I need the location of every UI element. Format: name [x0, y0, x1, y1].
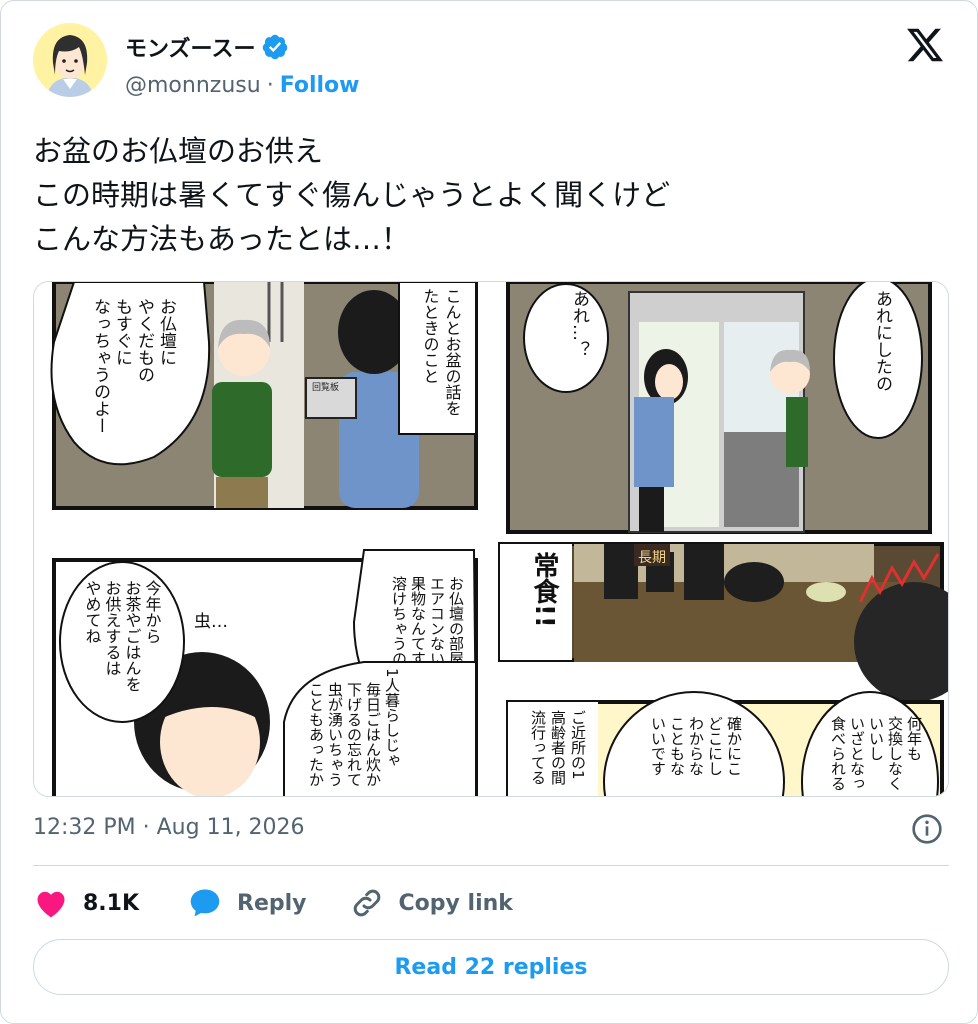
- svg-text:もすぐに: もすぐに: [112, 298, 132, 366]
- svg-text:虫が湧いちゃう: 虫が湧いちゃう: [326, 682, 344, 787]
- svg-text:こんとお盆の話を: こんとお盆の話を: [443, 288, 462, 416]
- panel5-left-caption: ご近所の1 高齢者の間 流行ってる: [529, 710, 587, 786]
- svg-text:1人暮らしじゃ: 1人暮らしじゃ: [383, 668, 401, 768]
- avatar[interactable]: [33, 23, 107, 97]
- svg-text:たときのこと: たときのこと: [421, 288, 440, 384]
- follow-button[interactable]: Follow: [280, 73, 360, 98]
- svg-text:何年も: 何年も: [905, 716, 923, 761]
- panel4-sfx: 虫…: [194, 612, 228, 632]
- reply-button[interactable]: Reply: [187, 885, 307, 921]
- svg-text:やめてね: やめてね: [83, 580, 102, 644]
- like-button[interactable]: 8.1K: [33, 885, 139, 921]
- copy-link-button[interactable]: Copy link: [349, 885, 513, 921]
- x-logo-icon[interactable]: [905, 25, 945, 65]
- tweet-line: こんな方法もあったとは…！: [33, 222, 411, 256]
- manga-comic-image: 回覧板 お仏壇に やくだもの もすぐに なっちゃうのよー こんとお盆の話を たと…: [34, 282, 948, 796]
- tweet-timestamp[interactable]: 12:32 PM · Aug 11, 2026: [33, 815, 305, 840]
- heart-icon: [37, 891, 65, 918]
- author-handle[interactable]: @monnzusu: [125, 73, 261, 98]
- tweet-card: モンズースー @monnzusu · Follow お盆のお仏壇のお供え この時…: [0, 0, 978, 1024]
- author-name[interactable]: モンズースー: [125, 31, 255, 63]
- read-replies-button[interactable]: Read 22 replies: [33, 939, 949, 995]
- svg-text:お供えするは: お供えするは: [103, 580, 122, 676]
- svg-text:いざとなっ: いざとなっ: [848, 716, 866, 791]
- svg-text:お仏壇の部屋: お仏壇の部屋: [447, 576, 465, 666]
- panel3-sign-text: 長期: [638, 550, 666, 566]
- avatar-illustration: [33, 23, 107, 97]
- svg-text:お仏壇に: お仏壇に: [156, 298, 177, 366]
- tweet-text: お盆のお仏壇のお供え この時期は暑くてすぐ傷んじゃうとよく聞くけど こんな方法も…: [33, 129, 933, 261]
- svg-text:確かにこ: 確かにこ: [725, 716, 743, 776]
- panel2-right-bubble: あれにしたの: [872, 290, 892, 392]
- like-count: 8.1K: [83, 890, 140, 916]
- panel2-left-bubble: あれ…？: [569, 290, 589, 358]
- svg-text:下げるの忘れて: 下げるの忘れて: [345, 682, 363, 787]
- separator-dot: ·: [266, 73, 274, 98]
- svg-text:どこにし: どこにし: [706, 716, 724, 776]
- svg-text:溶けちゃうの: 溶けちゃうの: [390, 576, 408, 666]
- svg-text:食べられる: 食べられる: [829, 716, 847, 791]
- tweet-line: この時期は暑くてすぐ傷んじゃうとよく聞くけど: [33, 178, 671, 212]
- svg-text:なっちゃうのよー: なっちゃうのよー: [90, 298, 110, 434]
- panel5-mid-bubble: 確かにこ どこにし わからな こともな いいです: [649, 716, 743, 776]
- verified-badge-icon: [261, 33, 289, 61]
- tweet-media-image[interactable]: 回覧板 お仏壇に やくだもの もすぐに なっちゃうのよー こんとお盆の話を たと…: [33, 281, 949, 797]
- link-icon: [353, 889, 380, 917]
- divider: [33, 865, 949, 866]
- svg-text:流行ってる: 流行ってる: [529, 710, 547, 785]
- svg-text:毎日ごはん炊か: 毎日ごはん炊か: [364, 682, 382, 787]
- info-icon[interactable]: [911, 813, 943, 845]
- svg-text:やくだもの: やくだもの: [134, 298, 154, 383]
- svg-text:交換しなく: 交換しなく: [886, 715, 904, 791]
- panel1-sign-text: 回覧板: [312, 381, 339, 393]
- panel3-big-text: 常食!!: [529, 552, 559, 628]
- author-name-row: モンズースー: [125, 31, 289, 63]
- author-handle-row: @monnzusu · Follow: [125, 73, 359, 98]
- tweet-line: お盆のお仏壇のお供え: [33, 134, 324, 168]
- svg-text:こともな: こともな: [668, 716, 686, 776]
- action-bar: 8.1K Reply Copy link: [33, 883, 513, 923]
- svg-text:今年から: 今年から: [143, 580, 162, 644]
- svg-text:高齢者の間: 高齢者の間: [549, 710, 567, 786]
- svg-text:こともあったか: こともあったか: [307, 682, 325, 787]
- speech-bubble-icon: [190, 889, 220, 917]
- svg-text:お茶やごはんを: お茶やごはんを: [123, 580, 142, 692]
- svg-text:わからな: わからな: [687, 716, 705, 776]
- svg-text:いいです: いいです: [649, 716, 667, 776]
- svg-text:ご近所の1: ご近所の1: [569, 710, 587, 780]
- svg-text:いいし: いいし: [867, 716, 885, 761]
- reply-label: Reply: [237, 890, 307, 916]
- copy-link-label: Copy link: [398, 890, 513, 916]
